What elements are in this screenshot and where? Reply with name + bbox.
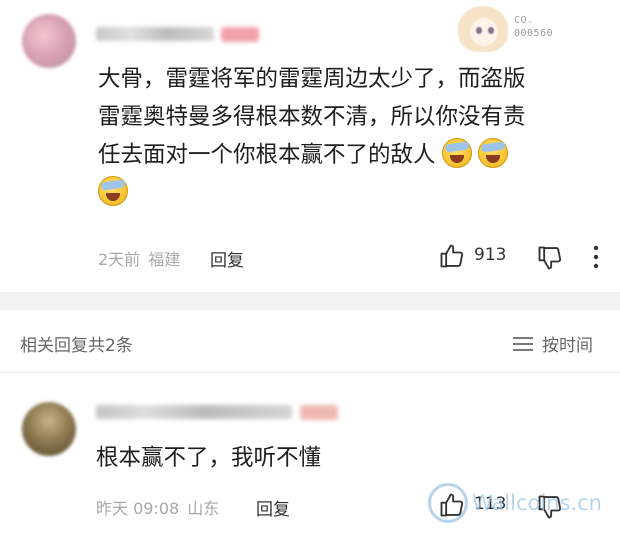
sticker-code-line2: 000560 — [514, 28, 554, 39]
sort-label: 按时间 — [542, 336, 593, 356]
laughing-cry-emoji — [477, 138, 508, 168]
comment-text-line: 雷霆奥特曼多得根本数不清，所以你没有责 — [98, 104, 526, 130]
reply-button[interactable]: 回复 — [256, 495, 290, 520]
comment-text-line: 大骨，雷霆将军的雷霆周边太少了，而盗版 — [98, 66, 526, 92]
more-options-icon[interactable] — [588, 244, 604, 270]
related-replies-count: 相关回复共2条 — [20, 336, 133, 356]
reply-time: 昨天 09:08 — [96, 499, 180, 518]
comment-meta: 2天前 福建 — [98, 246, 188, 270]
reply-text: 根本赢不了，我听不懂 — [96, 445, 322, 471]
comment-card: CO. 000560 大骨，雷霆将军的雷霆周边太少了，而盗版 雷霆奥特曼多得根本… — [0, 0, 620, 292]
reply-location: 山东 — [187, 499, 220, 518]
sort-lines-icon — [513, 336, 533, 351]
sticker-code-line1: CO. — [514, 15, 534, 26]
watermark-logo-icon — [428, 483, 468, 523]
comment-text-line: 任去面对一个你根本赢不了的敌人 — [98, 136, 598, 174]
avatar-frame-sticker — [452, 2, 514, 56]
avatar[interactable] — [22, 14, 76, 68]
avatar[interactable] — [22, 402, 76, 456]
reply-button[interactable]: 回复 — [210, 246, 244, 271]
thumbs-up-icon[interactable] — [438, 242, 466, 270]
watermark-text: Wallcoins.cn — [472, 491, 602, 515]
user-badge-blurred — [300, 405, 338, 420]
sort-by-time-button[interactable]: 按时间 — [512, 331, 593, 356]
section-divider — [0, 292, 620, 310]
laughing-cry-emoji — [441, 138, 472, 168]
laughing-cry-emoji — [98, 176, 128, 206]
thumbs-down-icon[interactable] — [536, 244, 564, 272]
related-replies-header: 相关回复共2条 按时间 — [0, 310, 620, 373]
comment-time: 2天前 — [98, 250, 141, 269]
user-badge-blurred — [221, 27, 259, 42]
reply-meta: 昨天 09:08 山东 — [96, 495, 227, 519]
username-blurred[interactable] — [96, 405, 292, 419]
comment-text: 大骨，雷霆将军的雷霆周边太少了，而盗版 雷霆奥特曼多得根本数不清，所以你没有责 … — [98, 60, 598, 212]
username-blurred[interactable] — [96, 27, 214, 41]
comment-location: 福建 — [148, 250, 181, 269]
watermark: Wallcoins.cn — [428, 483, 602, 523]
sticker-code: CO. 000560 — [514, 14, 553, 40]
like-count: 913 — [474, 245, 507, 265]
comment-text-line — [98, 174, 598, 212]
